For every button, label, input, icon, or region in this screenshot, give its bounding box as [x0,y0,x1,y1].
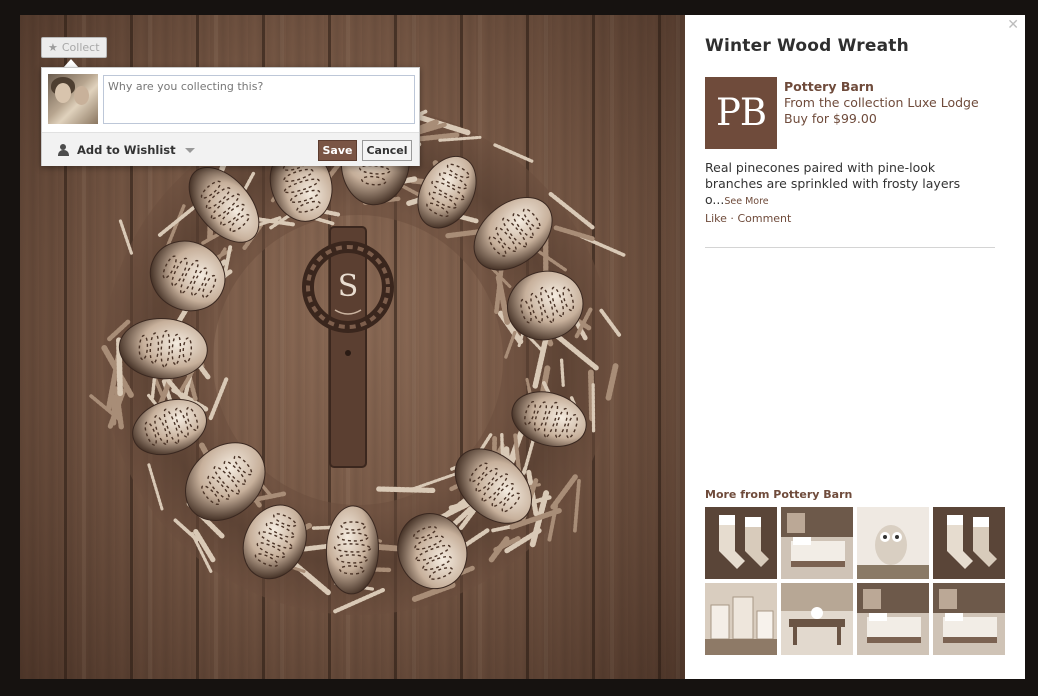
wishlist-label: Add to Wishlist [77,143,176,157]
thumbnail-bedroom[interactable] [781,507,853,579]
person-icon [58,144,71,156]
actions-row: Like · Comment [705,212,791,225]
popover-footer: Add to Wishlist Save Cancel [42,132,419,166]
collect-reason-input[interactable] [103,75,415,124]
thumbnail-canisters[interactable] [705,583,777,655]
thumbnail-image [857,507,929,579]
product-description: Real pinecones paired with pine-look bra… [705,160,995,210]
brand-name-link[interactable]: Pottery Barn [784,79,874,94]
star-icon: ★ [48,41,58,54]
more-from-heading: More from Pottery Barn [705,488,853,501]
thumbnail-image [705,507,777,579]
action-separator: · [726,212,738,225]
thumbnail-image [857,583,929,655]
thumbnail-image [933,583,1005,655]
collect-button[interactable]: ★ Collect [41,37,107,58]
avatar [48,74,98,124]
collection-text: From the collection Luxe Lodge [784,95,979,110]
save-button[interactable]: Save [318,140,357,161]
divider [705,247,995,248]
thumbnail-dining[interactable] [781,583,853,655]
see-more-link[interactable]: See More [724,196,768,207]
brand-logo[interactable]: PB [705,77,777,149]
knocker-monogram: S [338,269,359,304]
thumbnail-stockings[interactable] [933,507,1005,579]
close-icon[interactable]: ✕ [1007,17,1019,33]
product-title: Winter Wood Wreath [705,36,909,56]
thumbnail-image [781,583,853,655]
thumbnail-image [933,507,1005,579]
thumbnail-image [705,583,777,655]
thumbnail-image [781,507,853,579]
chevron-down-icon [184,147,195,153]
cancel-button[interactable]: Cancel [362,140,412,161]
thumbnail-stockings[interactable] [705,507,777,579]
like-link[interactable]: Like [705,212,727,225]
product-sidebar: ✕ Winter Wood Wreath PB Pottery Barn Fro… [685,15,1025,679]
thumbnail-bedroom[interactable] [857,583,929,655]
comment-link[interactable]: Comment [737,212,791,225]
buy-link[interactable]: Buy for $99.00 [784,111,877,126]
thumbnail-bedroom[interactable] [933,583,1005,655]
collect-popover: Add to Wishlist Save Cancel [41,67,420,166]
add-to-wishlist-dropdown[interactable]: Add to Wishlist [58,141,195,159]
collect-label: Collect [61,41,100,54]
thumbnail-owl[interactable] [857,507,929,579]
